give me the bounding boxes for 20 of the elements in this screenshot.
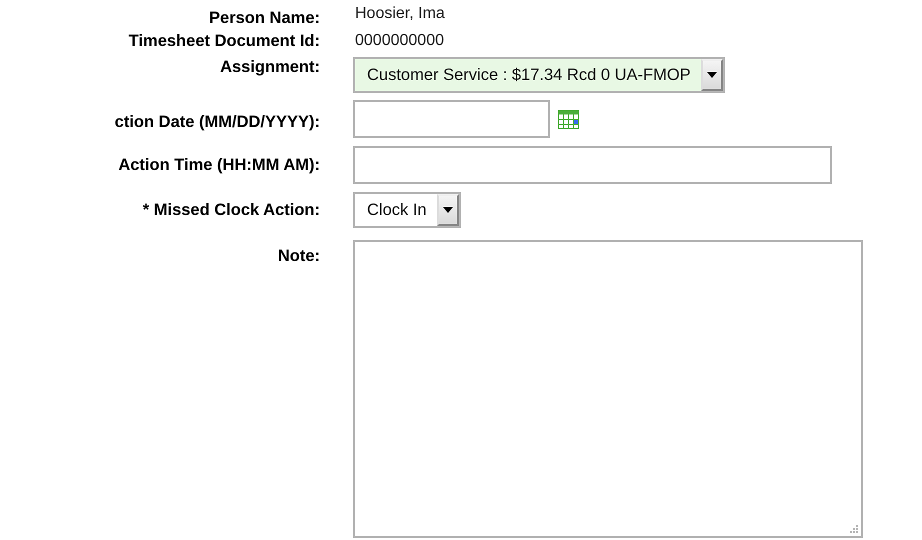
dropdown-select[interactable]: Customer Service : $17.34 Rcd 0 UA-FMOP: [353, 57, 725, 93]
date-input[interactable]: [353, 100, 550, 138]
field-value: 0000000000: [354, 31, 444, 51]
field-label: Note:: [276, 246, 320, 266]
field-label: Assignment:: [219, 57, 320, 77]
field-value: Hoosier, Ima: [354, 4, 445, 24]
dropdown-button[interactable]: [436, 194, 459, 226]
calendar-icon[interactable]: [558, 110, 579, 128]
dropdown-select[interactable]: Clock In: [353, 192, 461, 228]
caret-icon: [706, 72, 717, 78]
resize-grip-icon[interactable]: [850, 525, 859, 534]
note-textarea[interactable]: [353, 240, 863, 538]
caret-icon: [442, 207, 453, 213]
time-input[interactable]: [353, 146, 832, 184]
field-label: ction Date (MM/DD/YYYY):: [114, 112, 320, 132]
field-label: Person Name:: [208, 8, 320, 28]
field-label: * Missed Clock Action:: [142, 200, 320, 220]
dropdown-button[interactable]: [700, 59, 723, 91]
field-label: Action Time (HH:MM AM):: [117, 155, 320, 175]
field-label: Timesheet Document Id:: [128, 31, 320, 51]
